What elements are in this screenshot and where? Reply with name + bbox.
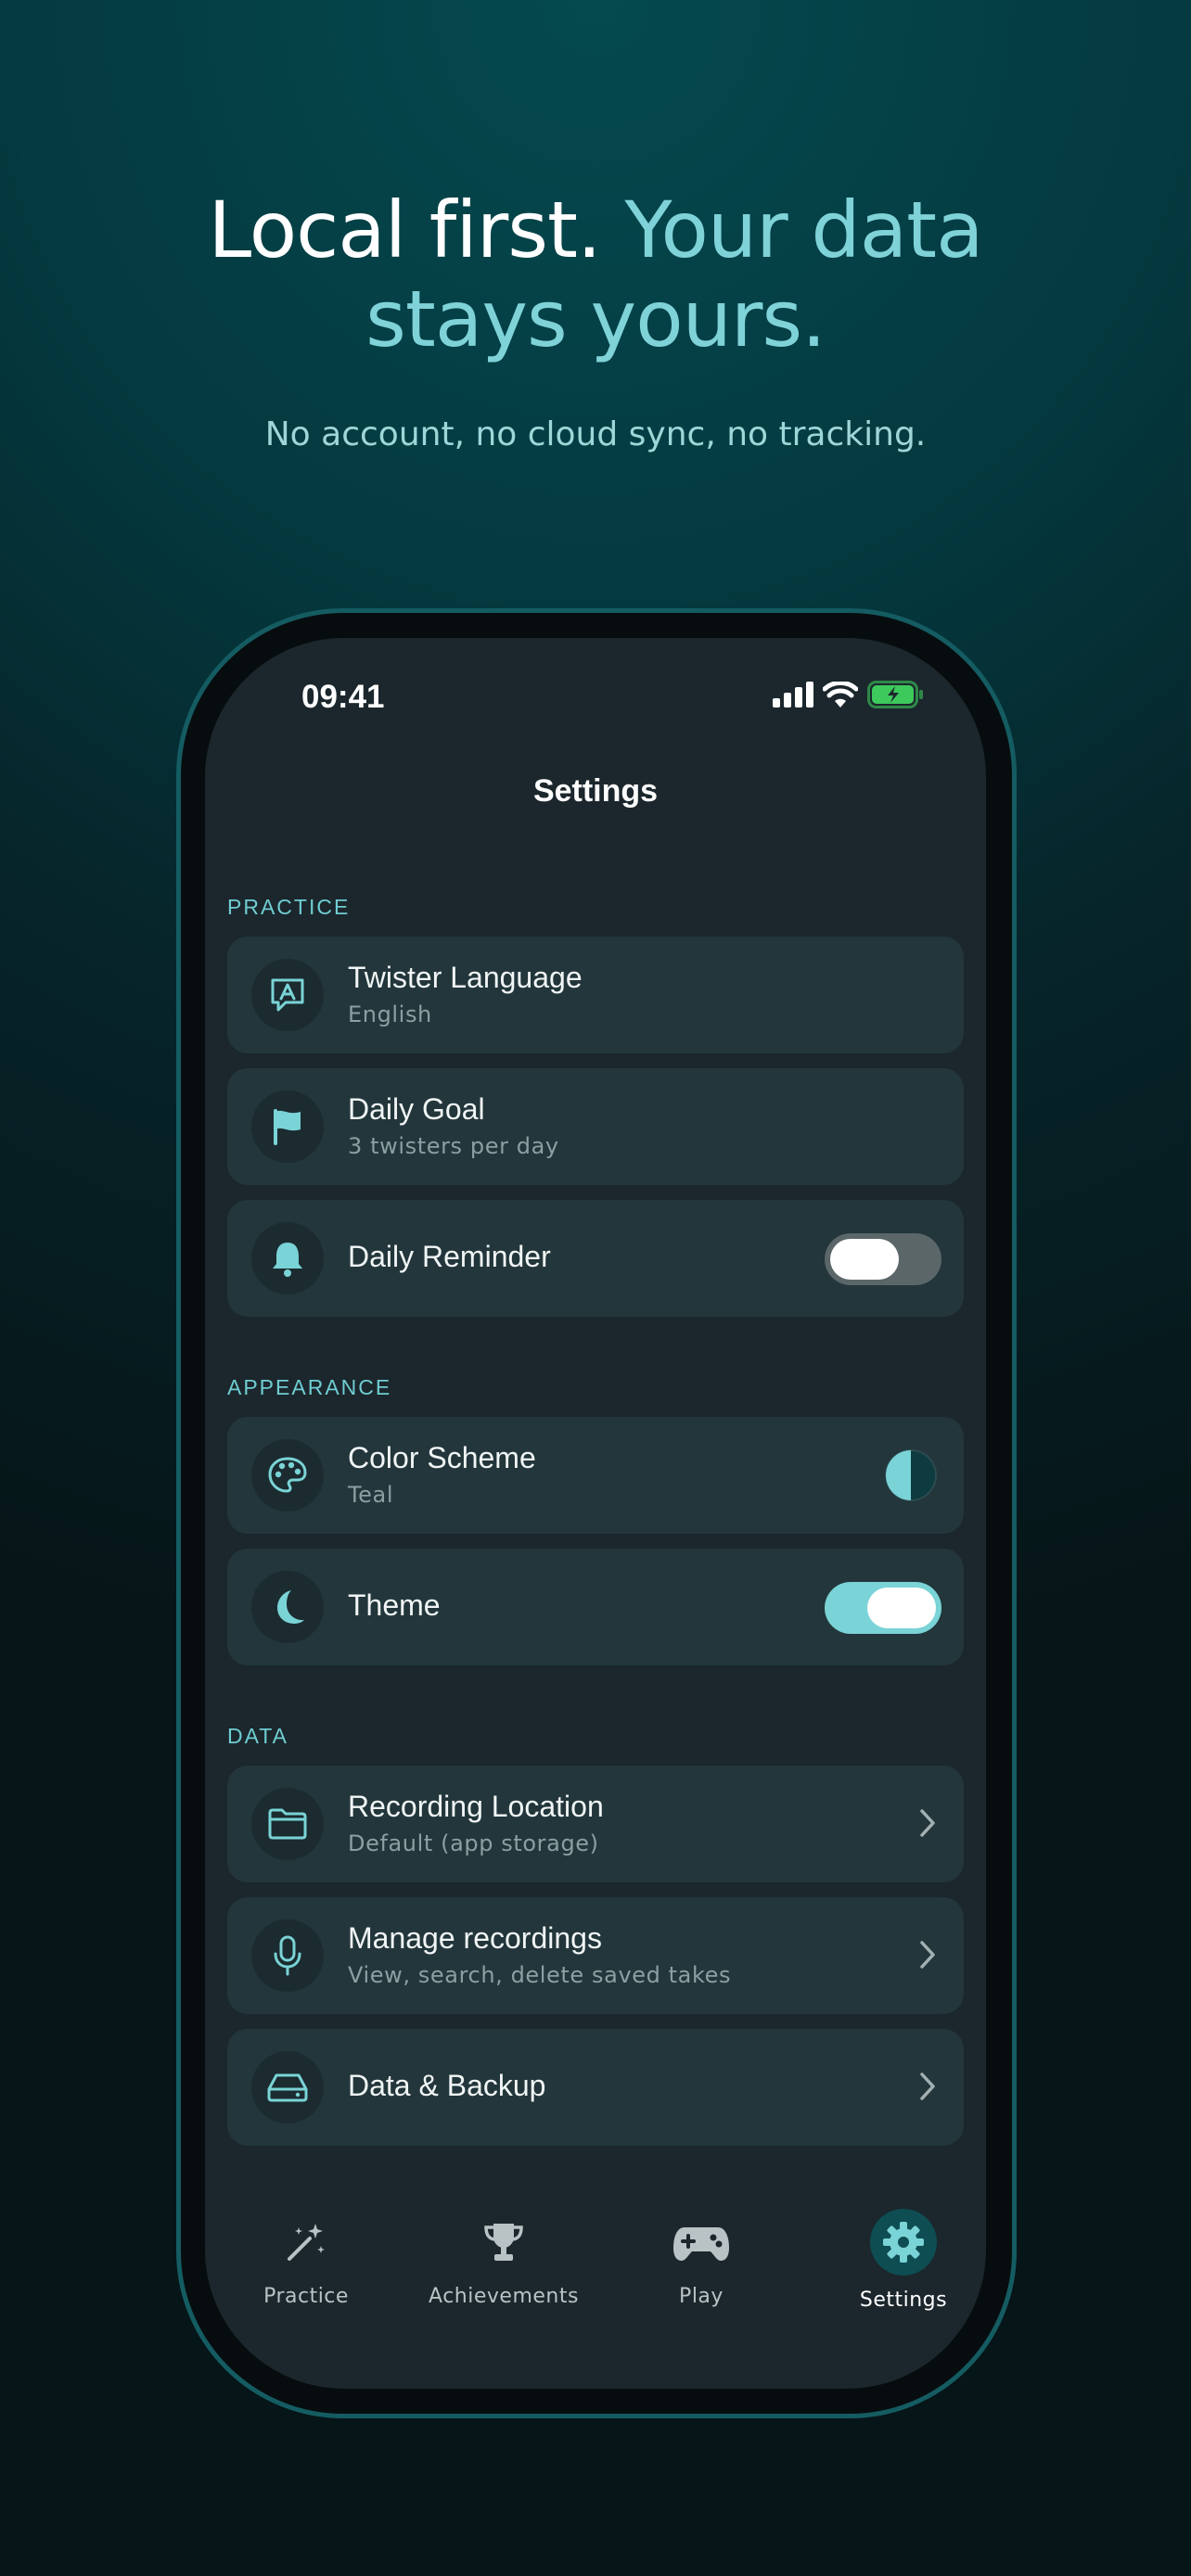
magic-wand-icon — [288, 2224, 325, 2261]
tab-practice[interactable]: Practice — [209, 2213, 403, 2308]
tab-label: Play — [679, 2285, 724, 2308]
signal-icon — [773, 682, 813, 708]
setting-title: Daily Reminder — [348, 1240, 551, 1273]
trophy-icon — [484, 2224, 523, 2261]
daily-reminder-toggle[interactable] — [825, 1233, 941, 1285]
setting-title: Recording Location — [348, 1790, 604, 1823]
tab-label: Achievements — [429, 2285, 579, 2308]
folder-icon — [268, 1808, 307, 1840]
chevron-right-icon — [920, 2072, 935, 2100]
headline-part-1: Local first. — [208, 185, 601, 275]
setting-manage-recordings[interactable]: Manage recordings View, search, delete s… — [227, 1897, 964, 2014]
headline-part-2: Your data — [624, 185, 983, 275]
setting-theme: Theme — [227, 1549, 964, 1665]
tab-play[interactable]: Play — [604, 2213, 799, 2308]
tab-label: Practice — [263, 2285, 349, 2308]
setting-title: Color Scheme — [348, 1441, 536, 1474]
bell-icon — [273, 1243, 302, 1277]
phone-screen: 09:41 Settings PRACTICE Twister Language… — [205, 638, 986, 2389]
section-label-practice: PRACTICE — [227, 895, 351, 919]
moon-icon — [277, 1590, 304, 1624]
wifi-icon — [823, 682, 858, 708]
headline-part-3: stays yours. — [365, 274, 826, 364]
hero-subline: No account, no cloud sync, no tracking. — [264, 415, 927, 453]
tab-achievements[interactable]: Achievements — [406, 2213, 601, 2308]
tab-settings[interactable]: Settings — [806, 2209, 986, 2312]
toggle-knob — [867, 1588, 936, 1628]
toggle-knob — [830, 1239, 899, 1280]
setting-daily-goal[interactable]: Daily Goal 3 twisters per day — [227, 1068, 964, 1185]
setting-subtitle: View, search, delete saved takes — [348, 1962, 732, 1988]
color-scheme-swatch[interactable] — [884, 1448, 938, 1502]
setting-subtitle: Default (app storage) — [348, 1830, 599, 1856]
battery-charging-icon — [867, 681, 923, 708]
status-time: 09:41 — [301, 679, 385, 715]
status-icons — [773, 681, 925, 708]
setting-color-scheme[interactable]: Color Scheme Teal — [227, 1417, 964, 1534]
setting-title: Twister Language — [348, 961, 583, 994]
setting-title: Manage recordings — [348, 1921, 602, 1955]
setting-twister-language[interactable]: Twister Language English — [227, 937, 964, 1053]
setting-title: Theme — [348, 1588, 441, 1622]
microphone-icon — [274, 1935, 301, 1976]
chevron-right-icon — [920, 1941, 935, 1969]
setting-title: Daily Goal — [348, 1092, 485, 1126]
setting-title: Data & Backup — [348, 2069, 546, 2102]
flag-icon — [274, 1109, 301, 1145]
theme-toggle[interactable] — [825, 1582, 941, 1634]
setting-recording-location[interactable]: Recording Location Default (app storage) — [227, 1766, 964, 1882]
language-chat-icon — [271, 978, 304, 1012]
section-label-appearance: APPEARANCE — [227, 1375, 392, 1399]
setting-subtitle: English — [348, 1001, 432, 1027]
drive-icon — [267, 2073, 308, 2102]
setting-subtitle: 3 twisters per day — [348, 1133, 559, 1159]
setting-daily-reminder: Daily Reminder — [227, 1200, 964, 1317]
gamepad-icon — [673, 2227, 729, 2261]
gear-icon — [883, 2222, 924, 2263]
hero-headline: Local first. Your data stays yours. — [0, 185, 1191, 363]
setting-subtitle: Teal — [348, 1482, 394, 1508]
palette-icon — [268, 1457, 307, 1493]
tab-bar: Practice Achievements Play Settings — [205, 2209, 986, 2352]
tab-label: Settings — [859, 2289, 948, 2312]
page-title: Settings — [532, 773, 659, 809]
setting-data-backup[interactable]: Data & Backup — [227, 2029, 964, 2146]
chevron-right-icon — [920, 1809, 935, 1837]
section-label-data: DATA — [227, 1724, 288, 1748]
